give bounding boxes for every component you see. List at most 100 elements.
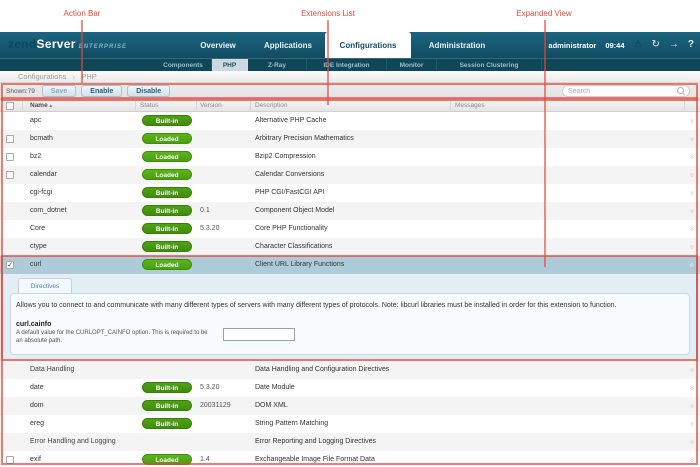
table-row[interactable]: ctype Built-in Character Classifications… xyxy=(0,238,700,256)
tab-administration[interactable]: Administration xyxy=(411,32,503,58)
extension-description: Alternative PHP Cache xyxy=(255,117,326,124)
row-checkbox[interactable] xyxy=(6,153,14,161)
column-version[interactable]: Version xyxy=(200,102,222,109)
search-input[interactable] xyxy=(568,88,677,95)
expand-chevron-icon[interactable]: » xyxy=(688,368,696,372)
expanded-view-panel: Directives Allows you to connect to and … xyxy=(0,274,700,361)
help-icon[interactable]: ? xyxy=(688,40,694,50)
table-row[interactable]: date Built-in 5.3.20 Date Module » xyxy=(0,379,700,397)
extension-name: bz2 xyxy=(30,153,41,160)
extension-name: cgi-fcgi xyxy=(30,189,52,196)
expand-chevron-icon[interactable]: » xyxy=(688,209,696,213)
expand-chevron-icon[interactable]: » xyxy=(688,263,696,267)
expand-chevron-icon[interactable]: » xyxy=(688,458,696,462)
table-row[interactable]: ✓ curl Loaded Client URL Library Functio… xyxy=(0,256,700,274)
extension-version: 1.4 xyxy=(200,456,210,463)
search-icon[interactable] xyxy=(677,87,684,96)
logout-icon[interactable]: → xyxy=(669,40,679,50)
directives-box: Allows you to connect to and communicate… xyxy=(10,293,690,355)
subtab-monitor[interactable]: Monitor xyxy=(387,59,437,71)
extension-name: calendar xyxy=(30,171,57,178)
extension-description: Date Module xyxy=(255,384,295,391)
logo-edition: ENTERPRISE xyxy=(79,44,127,50)
extension-description: Exchangeable Image File Format Data xyxy=(255,456,375,463)
tab-directives[interactable]: Directives xyxy=(18,278,72,293)
status-badge: Built-in xyxy=(142,400,192,411)
table-row[interactable]: exif Loaded 1.4 Exchangeable Image File … xyxy=(0,451,700,467)
screenshot-root: Action Bar Extensions List Expanded View… xyxy=(0,0,700,467)
expand-chevron-icon[interactable]: » xyxy=(688,137,696,141)
breadcrumb: Configurations › PHP xyxy=(0,71,700,83)
extensions-list: apc Built-in Alternative PHP Cache » bcm… xyxy=(0,112,700,467)
table-row[interactable]: ereg Built-in String Pattern Matching » xyxy=(0,415,700,433)
subtab-components[interactable]: Components xyxy=(155,59,212,71)
sub-nav-bar: Components PHP Z-Ray IDE Integration Mon… xyxy=(0,58,700,71)
expand-chevron-icon[interactable]: » xyxy=(688,119,696,123)
subtab-ide-integration[interactable]: IDE Integration xyxy=(307,59,387,71)
disable-button[interactable]: Disable xyxy=(127,85,170,97)
restart-icon[interactable]: ↻ xyxy=(652,40,660,50)
expand-chevron-icon[interactable]: » xyxy=(688,191,696,195)
extension-description: Core PHP Functionality xyxy=(255,225,328,232)
username-label[interactable]: administrator xyxy=(548,41,596,50)
expand-chevron-icon[interactable]: » xyxy=(688,155,696,159)
breadcrumb-configurations[interactable]: Configurations xyxy=(18,72,66,81)
table-row[interactable]: com_dotnet Built-in 0.1 Component Object… xyxy=(0,202,700,220)
main-nav-bar: zendServerENTERPRISE Overview Applicatio… xyxy=(0,32,700,58)
status-badge: Loaded xyxy=(142,151,192,162)
expand-chevron-icon[interactable]: » xyxy=(688,173,696,177)
table-row[interactable]: dom Built-in 20031129 DOM XML » xyxy=(0,397,700,415)
column-status[interactable]: Status xyxy=(140,102,158,109)
column-messages[interactable]: Messages xyxy=(455,102,485,109)
expand-chevron-icon[interactable]: » xyxy=(688,227,696,231)
tab-overview[interactable]: Overview xyxy=(185,32,251,58)
subtab-php[interactable]: PHP xyxy=(212,59,248,71)
zend-server-logo: zendServerENTERPRISE xyxy=(8,37,127,51)
status-badge: Built-in xyxy=(142,382,192,393)
row-checkbox[interactable] xyxy=(6,135,14,143)
table-row[interactable]: cgi-fcgi Built-in PHP CGI/FastCGI API » xyxy=(0,184,700,202)
annotation-action-bar: Action Bar xyxy=(40,9,124,18)
select-all-checkbox[interactable] xyxy=(6,102,14,110)
expand-chevron-icon[interactable]: » xyxy=(688,386,696,390)
save-button[interactable]: Save xyxy=(42,85,76,97)
status-badge: Loaded xyxy=(142,169,192,180)
expand-chevron-icon[interactable]: » xyxy=(688,422,696,426)
extension-name: apc xyxy=(30,117,41,124)
status-badge: Built-in xyxy=(142,205,192,216)
table-row[interactable]: apc Built-in Alternative PHP Cache » xyxy=(0,112,700,130)
row-checkbox[interactable] xyxy=(6,456,14,464)
main-nav-tabs: Overview Applications Configurations Adm… xyxy=(185,32,503,58)
table-header: Name ▴ Status Version Description Messag… xyxy=(0,100,700,112)
logo-server: Server xyxy=(37,37,76,51)
row-checkbox[interactable] xyxy=(6,171,14,179)
extension-name: Core xyxy=(30,225,45,232)
expand-chevron-icon[interactable]: » xyxy=(688,245,696,249)
extension-name: dom xyxy=(30,402,44,409)
tab-configurations[interactable]: Configurations xyxy=(325,32,411,58)
table-row[interactable]: bz2 Loaded Bzip2 Compression » xyxy=(0,148,700,166)
tab-applications[interactable]: Applications xyxy=(251,32,325,58)
column-description[interactable]: Description xyxy=(255,102,288,109)
table-row[interactable]: Error Handling and Logging Error Reporti… xyxy=(0,433,700,451)
extension-version: 5.3.20 xyxy=(200,384,219,391)
subtab-zray[interactable]: Z-Ray xyxy=(248,59,307,71)
status-badge: Loaded xyxy=(142,133,192,144)
table-row[interactable]: bcmath Loaded Arbitrary Precision Mathem… xyxy=(0,130,700,148)
enable-button[interactable]: Enable xyxy=(81,85,122,97)
table-row[interactable]: Data Handling Data Handling and Configur… xyxy=(0,361,700,379)
row-checkbox[interactable]: ✓ xyxy=(6,261,14,269)
warning-icon[interactable]: ⚠ xyxy=(634,40,643,50)
status-badge: Built-in xyxy=(142,115,192,126)
table-row[interactable]: calendar Loaded Calendar Conversions » xyxy=(0,166,700,184)
expand-chevron-icon[interactable]: » xyxy=(688,404,696,408)
table-row[interactable]: Core Built-in 5.3.20 Core PHP Functional… xyxy=(0,220,700,238)
directive-value-input[interactable] xyxy=(223,328,295,341)
subtab-session-clustering[interactable]: Session Clustering xyxy=(437,59,542,71)
expand-chevron-icon[interactable]: » xyxy=(688,440,696,444)
extension-name: com_dotnet xyxy=(30,207,67,214)
extension-name: ctype xyxy=(30,243,47,250)
column-name[interactable]: Name ▴ xyxy=(30,102,52,109)
extension-version: 0.1 xyxy=(200,207,210,214)
extension-description: String Pattern Matching xyxy=(255,420,328,427)
